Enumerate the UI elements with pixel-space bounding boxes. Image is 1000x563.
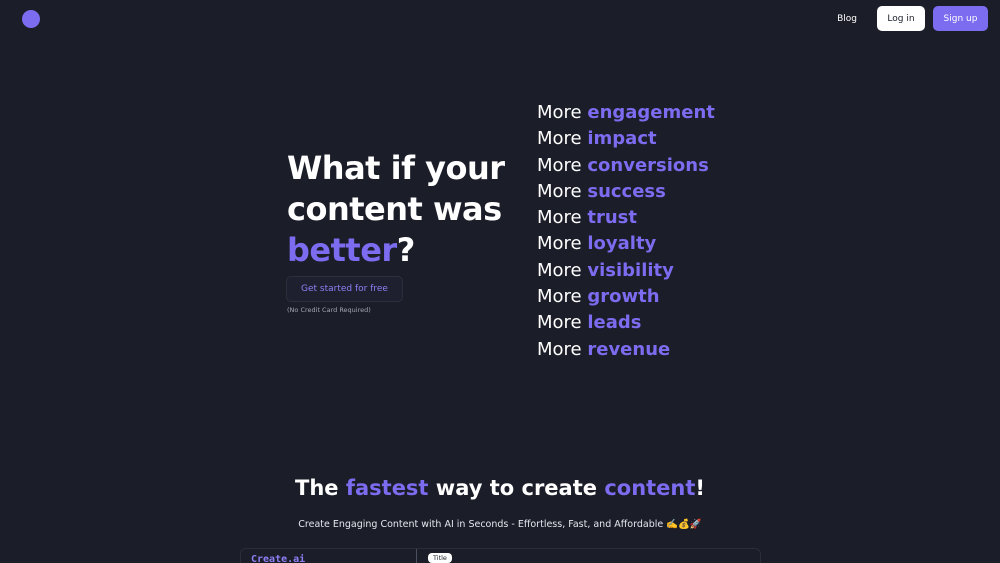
section-title-part2: way to create <box>428 476 605 500</box>
benefit-keyword: revenue <box>587 338 671 360</box>
logo-icon[interactable] <box>22 10 40 28</box>
benefit-keyword: visibility <box>587 259 674 281</box>
benefit-prefix: More <box>537 312 582 334</box>
section-title-end: ! <box>695 476 705 500</box>
benefit-item: More visibility <box>537 258 715 284</box>
landing-page: Blog Log in Sign up What if your content… <box>0 0 1000 563</box>
benefit-keyword: leads <box>587 312 642 334</box>
hero-title: What if your content was better? <box>287 148 527 271</box>
benefit-item: More success <box>537 179 715 205</box>
signup-button[interactable]: Sign up <box>933 6 988 31</box>
blog-link[interactable]: Blog <box>837 14 857 24</box>
benefit-keyword: conversions <box>587 154 709 176</box>
benefit-keyword: growth <box>587 286 660 308</box>
section-title-accent1: fastest <box>345 476 429 500</box>
benefit-prefix: More <box>537 180 582 202</box>
hero-title-end: ? <box>396 231 416 269</box>
benefit-prefix: More <box>537 207 582 229</box>
hero-title-line1: What if your <box>287 149 505 187</box>
hero-title-line2: content was <box>287 190 502 228</box>
benefit-item: More engagement <box>537 100 715 126</box>
benefit-item: More growth <box>537 284 715 310</box>
section-title: The fastest way to create content! <box>0 476 1000 500</box>
benefit-prefix: More <box>537 286 582 308</box>
benefit-prefix: More <box>537 233 582 255</box>
benefit-prefix: More <box>537 102 582 123</box>
login-button[interactable]: Log in <box>877 6 925 31</box>
benefit-keyword: trust <box>587 207 637 229</box>
benefit-item: More trust <box>537 205 715 231</box>
preview-brand: Create.ai <box>251 554 306 563</box>
preview-title-tag: Title <box>428 553 452 563</box>
benefit-keyword: engagement <box>587 102 715 123</box>
benefit-prefix: More <box>537 338 582 360</box>
benefit-prefix: More <box>537 259 582 281</box>
benefit-prefix: More <box>537 154 582 176</box>
benefit-keyword: impact <box>587 128 657 150</box>
benefits-list: More engagement More impact More conversio… <box>537 100 715 363</box>
benefit-item: More loyalty <box>537 231 715 257</box>
benefit-prefix: More <box>537 128 582 150</box>
top-nav: Blog Log in Sign up <box>837 6 988 31</box>
section-title-part1: The <box>295 476 346 500</box>
section-subtitle: Create Engaging Content with AI in Secon… <box>298 519 702 530</box>
benefit-item: More leads <box>537 310 715 336</box>
benefit-item: More impact <box>537 126 715 152</box>
benefit-item: More revenue <box>537 337 715 363</box>
benefit-keyword: loyalty <box>587 233 657 255</box>
benefit-item: More conversions <box>537 153 715 179</box>
section-title-accent2: content <box>604 476 696 500</box>
hero-title-accent: better <box>287 231 397 269</box>
preview-divider <box>416 549 417 563</box>
get-started-button[interactable]: Get started for free <box>286 276 403 302</box>
app-preview: Create.ai Title <box>240 548 761 563</box>
no-credit-card-note: (No Credit Card Required) <box>287 306 371 314</box>
benefit-keyword: success <box>587 180 666 202</box>
